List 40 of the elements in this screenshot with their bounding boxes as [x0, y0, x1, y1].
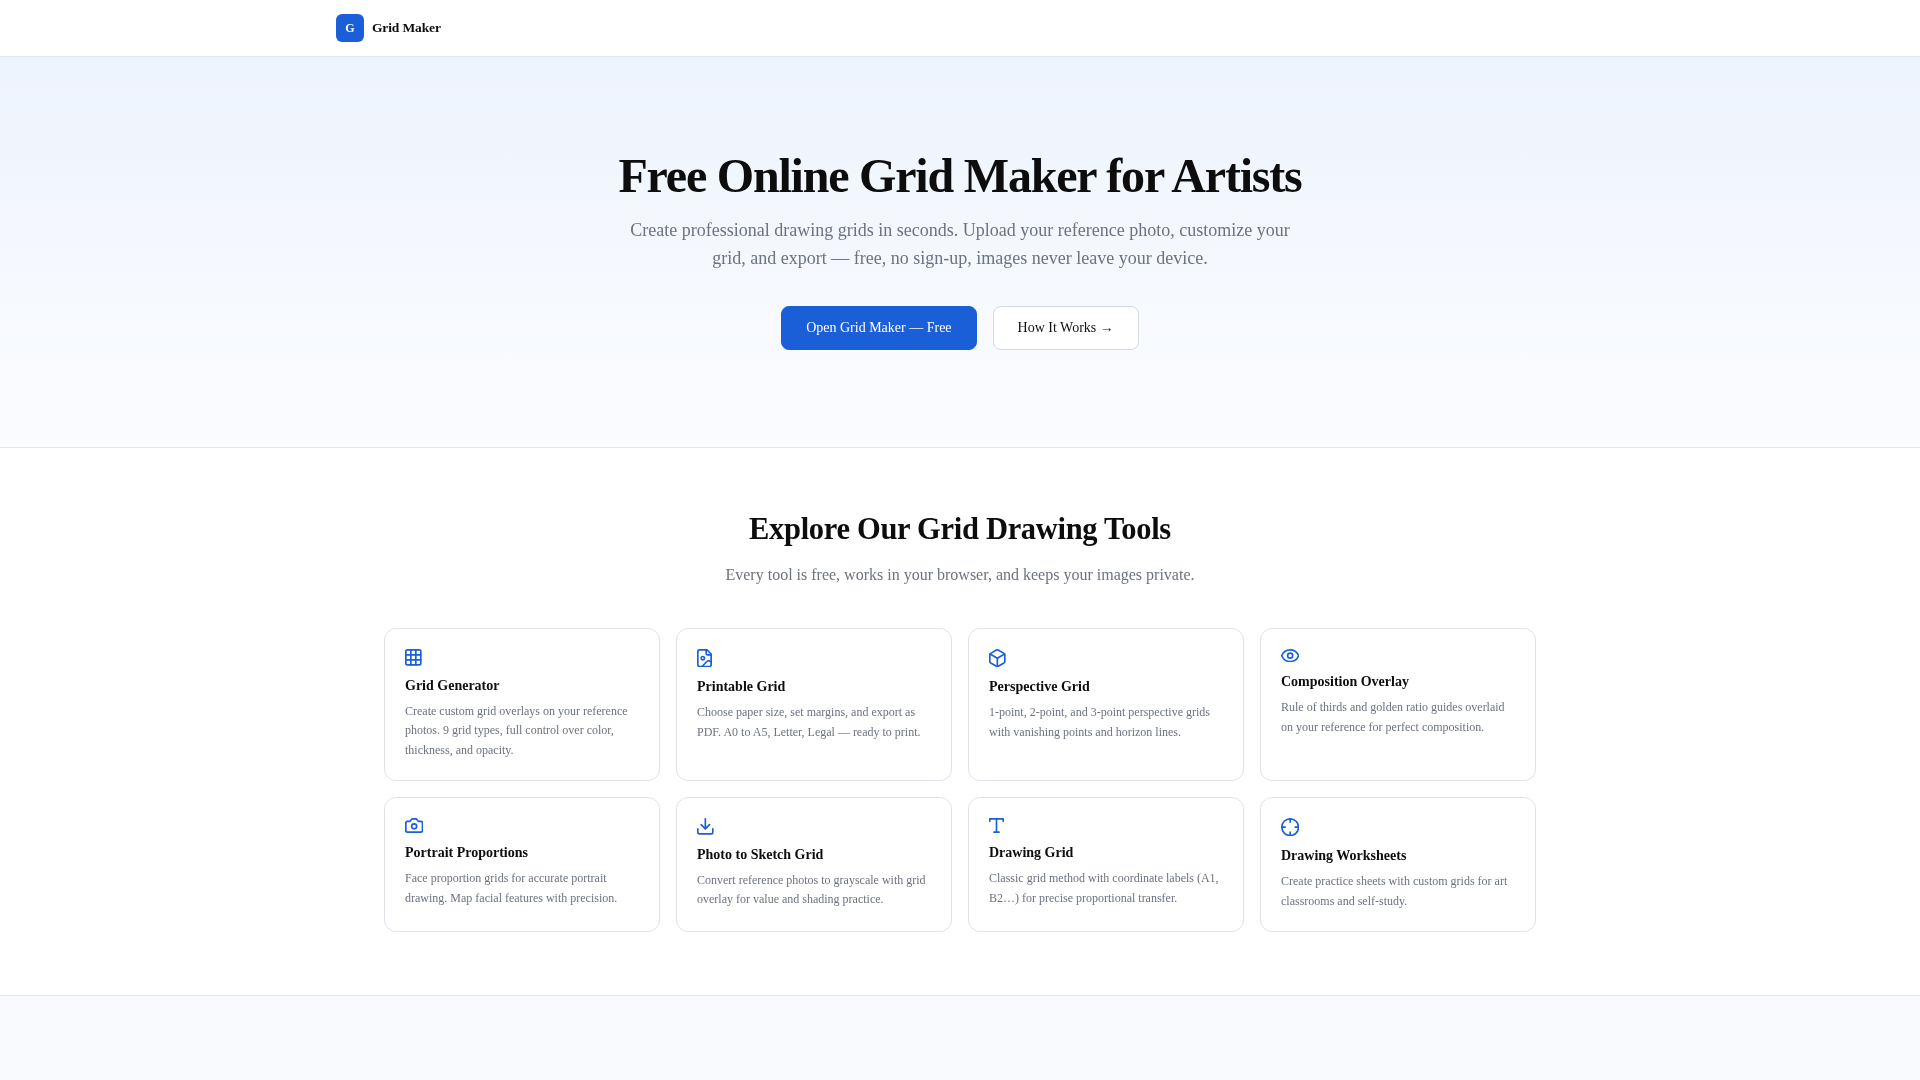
tool-description: Face proportion grids for accurate portrait drawing. Map facial features with precision.: [405, 870, 619, 907]
tool-card[interactable]: Perspective Grid 1-point, 2-point, and 3-point perspective grids with vanishing points and horizon lines.: [968, 628, 1244, 782]
letter-t-icon: [989, 818, 1004, 834]
tool-description: Classic grid method with coordinate labels (A1, B2…) for precise proportional transfer.: [989, 870, 1220, 907]
tool-card[interactable]: Drawing Worksheets Create practice sheets with custom grids for art classrooms and self-study.: [1260, 797, 1536, 933]
tool-card[interactable]: Composition Overlay Rule of thirds and golden ratio guides overlaid on your reference for perfect composition.: [1260, 628, 1536, 782]
tool-description: Choose paper size, set margins, and export as PDF. A0 to A5, Letter, Legal — ready to print.: [697, 704, 922, 741]
hero-title: Free Online Grid Maker for Artists: [618, 148, 1302, 204]
camera-icon: [405, 818, 424, 834]
tool-card[interactable]: Grid Generator Create custom grid overlays on your reference photos. 9 grid types, full control over color, thickness, and opacity.: [384, 628, 660, 782]
tool-card[interactable]: Photo to Sketch Grid Convert reference photos to grayscale with grid overlay for value and shading practice.: [676, 797, 952, 933]
tool-title: Drawing Grid: [989, 844, 1074, 863]
section-title: Explore Our Grid Drawing Tools: [749, 511, 1171, 547]
tool-title: Printable Grid: [697, 678, 786, 697]
tool-description: Rule of thirds and golden ratio guides overlaid on your reference for perfect composition.: [1281, 699, 1506, 736]
logo-mark[interactable]: G: [336, 14, 364, 42]
tool-title: Photo to Sketch Grid: [697, 845, 824, 864]
tool-title: Composition Overlay: [1281, 673, 1409, 692]
hero-subtitle: Create professional drawing grids in seconds. Upload your reference photo, customize your grid, and export — free, no sign-up, images never leave your device.: [629, 219, 1291, 270]
tool-card[interactable]: Portrait Proportions Face proportion grids for accurate portrait drawing. Map facial features with precision.: [384, 797, 660, 933]
open-app-button[interactable]: Open Grid Maker — Free: [781, 306, 977, 350]
tool-title: Drawing Worksheets: [1281, 847, 1407, 866]
eye-icon: [1281, 649, 1300, 663]
crosshair-icon: [1281, 818, 1300, 837]
tool-card[interactable]: Drawing Grid Classic grid method with coordinate labels (A1, B2…) for precise proportional transfer.: [968, 797, 1244, 933]
grid-icon: [405, 649, 422, 666]
tool-description: Convert reference photos to grayscale with grid overlay for value and shading practice.: [697, 871, 927, 909]
how-it-works-button[interactable]: How It Works →: [992, 306, 1139, 350]
tool-description: Create practice sheets with custom grids for art classrooms and self-study.: [1281, 873, 1509, 910]
tool-card[interactable]: Printable Grid Choose paper size, set margins, and export as PDF. A0 to A5, Letter, Legal — ready to print.: [676, 628, 952, 782]
tool-title: Perspective Grid: [989, 678, 1090, 697]
image-file-icon: [697, 649, 712, 668]
cube-icon: [989, 649, 1006, 668]
tool-title: Grid Generator: [405, 676, 500, 695]
download-icon: [697, 818, 714, 835]
tool-description: Create custom grid overlays on your reference photos. 9 grid types, full control over color, thickness, and opacity.: [405, 702, 629, 759]
tool-title: Portrait Proportions: [405, 844, 528, 863]
section-subtitle: Every tool is free, works in your browser, and keeps your images private.: [725, 565, 1195, 586]
tool-description: 1-point, 2-point, and 3-point perspective grids with vanishing points and horizon lines.: [989, 704, 1211, 741]
site-name[interactable]: Grid Maker: [372, 20, 441, 36]
